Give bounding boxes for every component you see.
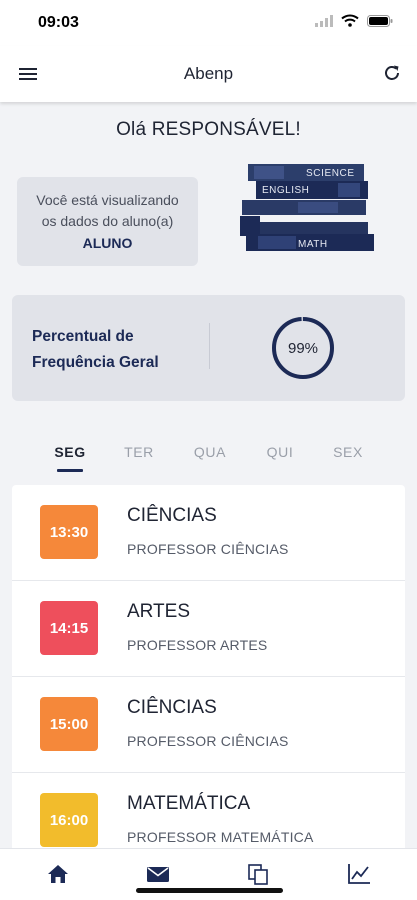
book-label-math: MATH <box>298 239 328 250</box>
time-badge: 13:30 <box>40 505 98 559</box>
status-icons <box>315 14 393 27</box>
tab-active-indicator <box>57 469 83 472</box>
teacher-name: PROFESSOR CIÊNCIAS <box>127 541 289 557</box>
time-badge: 14:15 <box>40 601 98 655</box>
frequency-label-line2: Frequência Geral <box>32 354 159 371</box>
nav-documents-button[interactable] <box>245 861 271 887</box>
student-info-line1: Você está visualizando <box>36 192 179 208</box>
frequency-label-line1: Percentual de <box>32 328 134 345</box>
status-bar: 09:03 <box>0 0 417 46</box>
chart-icon <box>348 864 370 884</box>
tab-seg[interactable]: SEG <box>40 444 100 460</box>
day-tabs: SEG TER QUA QUI SEX <box>0 440 417 476</box>
mail-icon <box>147 867 169 882</box>
book-label-english: ENGLISH <box>262 185 309 196</box>
wifi-icon <box>341 14 359 27</box>
subject-name: CIÊNCIAS <box>127 697 217 718</box>
subject-name: ARTES <box>127 601 191 622</box>
greeting-title: Olá RESPONSÁVEL! <box>116 119 301 140</box>
time-badge: 16:00 <box>40 793 98 847</box>
student-name: ALUNO <box>82 235 133 251</box>
nav-mail-button[interactable] <box>145 861 171 887</box>
student-info-card: Você está visualizando os dados do aluno… <box>17 177 198 266</box>
home-indicator <box>136 888 283 893</box>
book-label-science: SCIENCE <box>306 168 355 179</box>
teacher-name: PROFESSOR CIÊNCIAS <box>127 733 289 749</box>
documents-icon <box>248 864 268 885</box>
books-illustration: SCIENCE ENGLISH MATH <box>240 164 374 251</box>
teacher-name: PROFESSOR ARTES <box>127 637 268 653</box>
tab-qui[interactable]: QUI <box>250 444 310 460</box>
schedule-item[interactable]: 13:30 CIÊNCIAS PROFESSOR CIÊNCIAS <box>12 485 405 581</box>
frequency-label: Percentual de Frequência Geral <box>32 324 159 376</box>
nav-chart-button[interactable] <box>346 861 372 887</box>
frequency-percent: 99% <box>287 339 319 357</box>
frequency-card: Percentual de Frequência Geral 99% <box>12 295 405 401</box>
signal-icon <box>315 14 333 27</box>
battery-icon <box>367 14 393 27</box>
tab-qua[interactable]: QUA <box>180 444 240 460</box>
tab-ter[interactable]: TER <box>109 444 169 460</box>
schedule-list: 13:30 CIÊNCIAS PROFESSOR CIÊNCIAS 14:15 … <box>12 485 405 848</box>
schedule-item[interactable]: 15:00 CIÊNCIAS PROFESSOR CIÊNCIAS <box>12 677 405 773</box>
app-title: Abenp <box>183 64 234 83</box>
teacher-name: PROFESSOR MATEMÁTICA <box>127 829 314 845</box>
nav-home-button[interactable] <box>45 861 71 887</box>
tab-sex[interactable]: SEX <box>318 444 378 460</box>
schedule-item[interactable]: 14:15 ARTES PROFESSOR ARTES <box>12 581 405 677</box>
refresh-icon[interactable] <box>381 62 403 84</box>
time-badge: 15:00 <box>40 697 98 751</box>
home-icon <box>48 865 68 883</box>
schedule-item[interactable]: 16:00 MATEMÁTICA PROFESSOR MATEMÁTICA <box>12 773 405 848</box>
subject-name: MATEMÁTICA <box>127 793 251 814</box>
frequency-divider <box>209 323 210 369</box>
subject-name: CIÊNCIAS <box>127 505 217 526</box>
app-bar: Abenp <box>0 46 417 102</box>
status-time: 09:03 <box>38 14 79 31</box>
student-info-line2: os dados do aluno(a) <box>41 213 174 229</box>
